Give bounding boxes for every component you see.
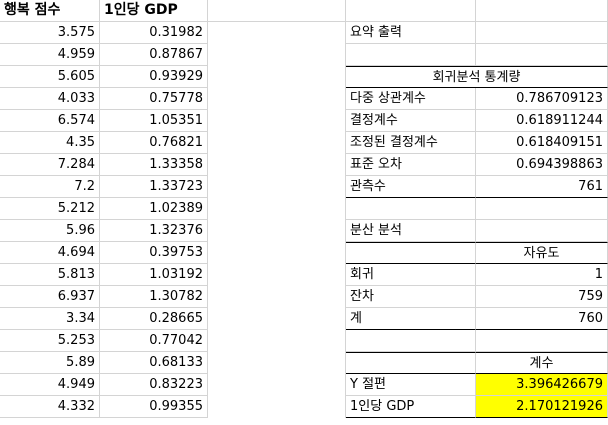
header-gdp-per-capita[interactable]: 1인당 GDP xyxy=(100,0,208,22)
happiness-cell[interactable]: 4.35 xyxy=(0,132,100,154)
stat-label[interactable]: 조정된 결정계수 xyxy=(346,132,476,154)
happiness-cell[interactable]: 4.033 xyxy=(0,88,100,110)
gdp-cell[interactable]: 1.02389 xyxy=(100,198,208,220)
regression-stats-title[interactable]: 회귀분석 통계량 xyxy=(346,66,608,88)
header-happiness-score[interactable]: 행복 점수 xyxy=(0,0,100,22)
summary-output-title[interactable]: 요약 출력 xyxy=(346,22,476,44)
happiness-cell[interactable]: 7.2 xyxy=(0,176,100,198)
coef-header[interactable]: 계수 xyxy=(476,352,608,374)
happiness-cell[interactable]: 4.959 xyxy=(0,44,100,66)
gdp-cell[interactable]: 0.83223 xyxy=(100,374,208,396)
happiness-cell[interactable]: 3.34 xyxy=(0,308,100,330)
stat-label[interactable]: 관측수 xyxy=(346,176,476,198)
gdp-cell[interactable]: 0.93929 xyxy=(100,66,208,88)
coef-label[interactable]: 1인당 GDP xyxy=(346,396,476,418)
anova-value[interactable]: 760 xyxy=(476,308,608,330)
stat-value[interactable]: 761 xyxy=(476,176,608,198)
happiness-cell[interactable]: 4.949 xyxy=(0,374,100,396)
empty-cell[interactable] xyxy=(476,22,608,44)
happiness-cell[interactable]: 3.575 xyxy=(0,22,100,44)
stat-label[interactable]: 결정계수 xyxy=(346,110,476,132)
spreadsheet-grid: 행복 점수 1인당 GDP 3.575 0.31982 4.959 0.8786… xyxy=(0,0,608,425)
gdp-cell[interactable]: 0.99355 xyxy=(100,396,208,418)
stat-label[interactable]: 다중 상관계수 xyxy=(346,88,476,110)
empty-cell[interactable] xyxy=(476,0,608,22)
gdp-cell[interactable]: 1.05351 xyxy=(100,110,208,132)
gdp-cell[interactable]: 0.87867 xyxy=(100,44,208,66)
gdp-cell[interactable]: 0.68133 xyxy=(100,352,208,374)
gdp-cell[interactable]: 1.03192 xyxy=(100,264,208,286)
empty-cell[interactable] xyxy=(476,220,608,242)
gdp-cell[interactable]: 1.32376 xyxy=(100,220,208,242)
happiness-cell[interactable]: 5.212 xyxy=(0,198,100,220)
empty-cell[interactable] xyxy=(476,44,608,66)
coef-header-blank[interactable] xyxy=(346,352,476,374)
gdp-cell[interactable]: 0.28665 xyxy=(100,308,208,330)
empty-cell[interactable] xyxy=(346,44,476,66)
coef-value-intercept[interactable]: 3.396426679 xyxy=(476,374,608,396)
happiness-cell[interactable]: 5.96 xyxy=(0,220,100,242)
stat-value[interactable]: 0.618911244 xyxy=(476,110,608,132)
anova-label[interactable]: 계 xyxy=(346,308,476,330)
anova-value[interactable]: 1 xyxy=(476,264,608,286)
anova-label[interactable]: 잔차 xyxy=(346,286,476,308)
empty-cell[interactable] xyxy=(208,0,346,22)
happiness-cell[interactable]: 5.253 xyxy=(0,330,100,352)
stat-value[interactable]: 0.786709123 xyxy=(476,88,608,110)
empty-cell[interactable] xyxy=(476,198,608,220)
happiness-cell[interactable]: 5.605 xyxy=(0,66,100,88)
anova-value[interactable]: 759 xyxy=(476,286,608,308)
happiness-cell[interactable]: 5.89 xyxy=(0,352,100,374)
gdp-cell[interactable]: 0.75778 xyxy=(100,88,208,110)
gdp-cell[interactable]: 1.33358 xyxy=(100,154,208,176)
anova-label[interactable]: 회귀 xyxy=(346,264,476,286)
gdp-cell[interactable]: 0.76821 xyxy=(100,132,208,154)
coef-value-gdp[interactable]: 2.170121926 xyxy=(476,396,608,418)
empty-cell[interactable] xyxy=(346,330,476,352)
happiness-cell[interactable]: 6.937 xyxy=(0,286,100,308)
empty-column[interactable] xyxy=(208,22,346,418)
empty-cell[interactable] xyxy=(346,198,476,220)
anova-df-header[interactable]: 자유도 xyxy=(476,242,608,264)
gdp-cell[interactable]: 1.33723 xyxy=(100,176,208,198)
happiness-cell[interactable]: 5.813 xyxy=(0,264,100,286)
anova-title[interactable]: 분산 분석 xyxy=(346,220,476,242)
anova-header-blank[interactable] xyxy=(346,242,476,264)
coef-label[interactable]: Y 절편 xyxy=(346,374,476,396)
stat-value[interactable]: 0.694398863 xyxy=(476,154,608,176)
empty-cell[interactable] xyxy=(346,0,476,22)
happiness-cell[interactable]: 6.574 xyxy=(0,110,100,132)
happiness-cell[interactable]: 4.332 xyxy=(0,396,100,418)
happiness-cell[interactable]: 4.694 xyxy=(0,242,100,264)
gdp-cell[interactable]: 0.77042 xyxy=(100,330,208,352)
stat-value[interactable]: 0.618409151 xyxy=(476,132,608,154)
empty-cell[interactable] xyxy=(476,330,608,352)
stat-label[interactable]: 표준 오차 xyxy=(346,154,476,176)
gdp-cell[interactable]: 0.39753 xyxy=(100,242,208,264)
happiness-cell[interactable]: 7.284 xyxy=(0,154,100,176)
gdp-cell[interactable]: 0.31982 xyxy=(100,22,208,44)
gdp-cell[interactable]: 1.30782 xyxy=(100,286,208,308)
